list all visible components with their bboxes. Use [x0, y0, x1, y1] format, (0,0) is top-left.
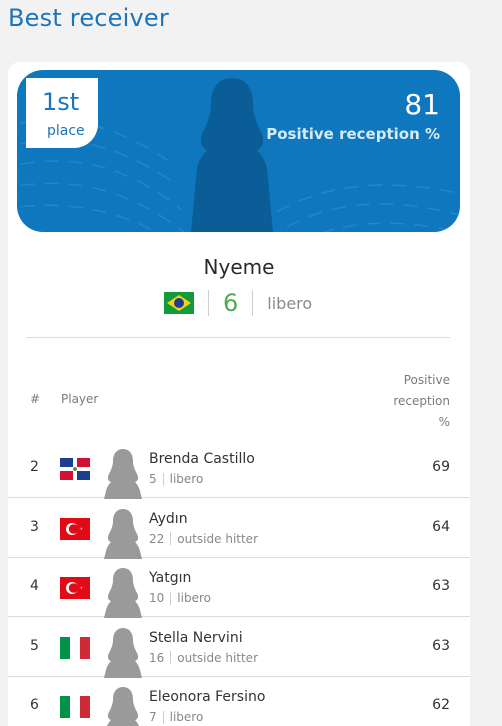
player-avatar-icon [104, 449, 142, 499]
leader-role: libero [267, 293, 313, 313]
turkey-flag-icon [60, 577, 90, 599]
column-header-stat: Positive reception % [370, 370, 450, 433]
row-rank: 4 [30, 578, 39, 594]
player-silhouette-icon [191, 78, 273, 232]
leader-player-name[interactable]: Nyeme [8, 255, 470, 279]
column-header-player: Player [61, 392, 99, 406]
row-stat-value: 63 [432, 578, 450, 594]
player-avatar-icon [104, 568, 142, 618]
column-header-stat-line: % [438, 415, 450, 429]
column-header-rank: # [30, 392, 41, 406]
row-player-meta: 16 outside hitter [149, 651, 258, 665]
row-rank: 5 [30, 637, 39, 654]
row-player-name[interactable]: Aydın [149, 511, 188, 527]
row-player-name[interactable]: Stella Nervini [149, 630, 243, 646]
leader-jersey-number: 6 [223, 289, 239, 317]
column-header-stat-line: reception [393, 394, 450, 408]
row-jersey-number: 5 [149, 472, 157, 486]
leader-meta: 6 libero [164, 288, 312, 318]
row-role: outside hitter [177, 531, 258, 546]
row-jersey-number: 7 [149, 710, 157, 724]
place-label: place [47, 123, 85, 139]
row-stat-value: 64 [432, 518, 450, 535]
row-player-meta: 5 libero [149, 472, 203, 486]
place-number: 1st [42, 88, 80, 116]
leader-stat-value: 81 [404, 88, 440, 121]
meta-divider [170, 591, 172, 605]
page: Best receiver 1st place 81 Positive rece… [0, 0, 502, 726]
row-player-name[interactable]: Yatgın [149, 570, 191, 586]
meta-divider [170, 651, 172, 664]
row-jersey-number: 22 [149, 531, 165, 546]
row-role: libero [169, 472, 204, 486]
meta-divider [162, 710, 164, 724]
row-player-name[interactable]: Eleonora Fersino [149, 689, 265, 705]
row-role: libero [177, 591, 211, 605]
list-item[interactable]: 5 Stella Nervini 16 outside hitter 63 [8, 618, 470, 678]
leader-hero-banner: 1st place 81 Positive reception % [17, 70, 460, 232]
player-avatar-icon [104, 508, 142, 559]
row-rank: 2 [30, 459, 39, 475]
row-rank: 3 [30, 518, 39, 535]
list-item[interactable]: 6 Eleonora Fersino 7 libero 62 [8, 677, 470, 726]
row-player-meta: 10 libero [149, 591, 211, 605]
leader-card: 1st place 81 Positive reception % Nyeme … [8, 62, 470, 726]
row-jersey-number: 10 [149, 591, 165, 605]
player-avatar-icon [104, 627, 142, 678]
row-role: libero [169, 710, 204, 724]
section-divider [26, 337, 450, 338]
dominican-republic-flag-icon [60, 458, 90, 480]
meta-divider [208, 290, 209, 316]
row-player-name[interactable]: Brenda Castillo [149, 451, 255, 467]
list-item[interactable]: 2 Brenda Castillo 5 libero 69 [8, 439, 470, 499]
turkey-flag-icon [60, 517, 90, 540]
row-stat-value: 63 [432, 637, 450, 654]
row-stat-value: 62 [432, 697, 450, 713]
list-item[interactable]: 3 Aydın 22 outside hitter 64 [8, 499, 470, 559]
row-rank: 6 [30, 697, 39, 713]
column-header-stat-line: Positive [403, 373, 450, 387]
row-stat-value: 69 [432, 459, 450, 475]
row-jersey-number: 16 [149, 650, 165, 665]
brazil-flag-icon [164, 292, 194, 314]
meta-divider [252, 290, 254, 316]
meta-divider [170, 532, 172, 545]
place-badge: 1st place [26, 78, 98, 148]
meta-divider [162, 472, 164, 486]
player-avatar-icon [107, 687, 139, 726]
row-role: outside hitter [177, 650, 258, 665]
italy-flag-icon [60, 636, 90, 659]
italy-flag-icon [60, 696, 90, 718]
row-player-meta: 22 outside hitter [149, 532, 258, 546]
row-player-meta: 7 libero [149, 710, 203, 724]
leader-stat-caption: Positive reception % [266, 125, 440, 143]
page-title: Best receiver [8, 4, 169, 32]
list-item[interactable]: 4 Yatgın 10 libero 63 [8, 558, 470, 618]
